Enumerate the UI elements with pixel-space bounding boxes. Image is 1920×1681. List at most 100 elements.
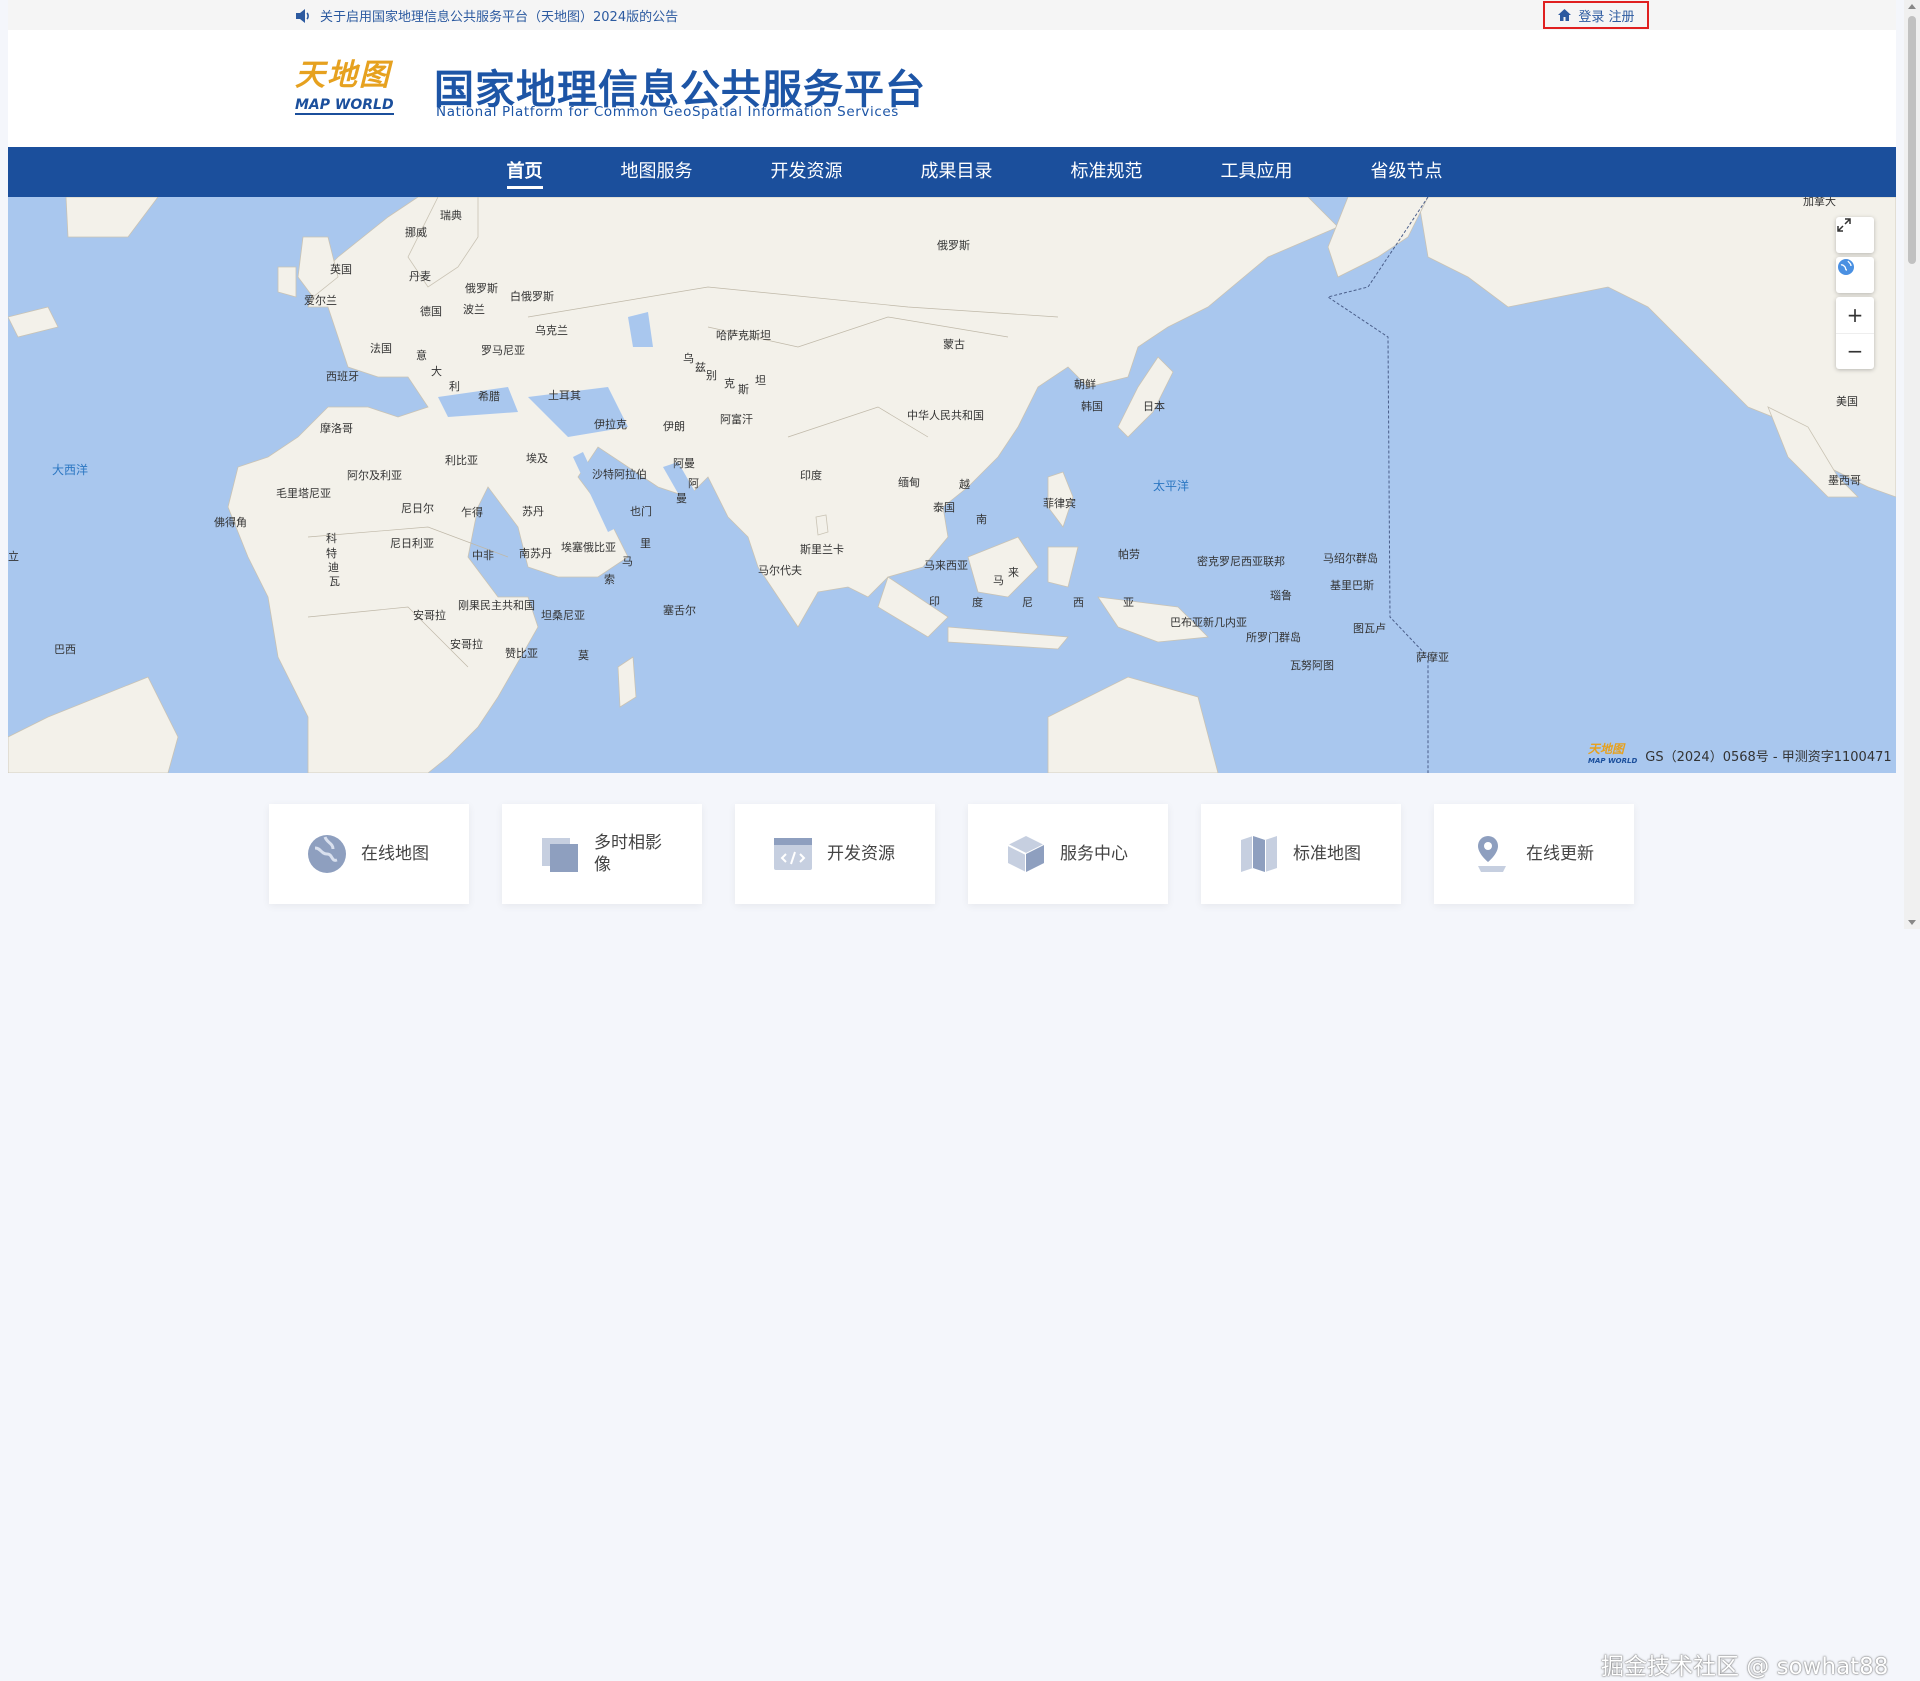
login-register-button[interactable]: 登录 注册	[1543, 1, 1649, 29]
nav-standards[interactable]: 标准规范	[1032, 147, 1182, 197]
map-icon	[1237, 832, 1281, 876]
card-label: 多时相影像	[594, 833, 662, 875]
map-label: 大	[431, 365, 442, 378]
map-label: 莫	[578, 649, 589, 662]
zoom-in-button[interactable]: +	[1836, 297, 1874, 334]
card-online-map[interactable]: 在线地图	[269, 804, 469, 904]
nav-provincial-nodes[interactable]: 省级节点	[1332, 147, 1482, 197]
nav-home[interactable]: 首页	[468, 147, 582, 197]
mini-logo: 天地图 MAP WORLD	[1588, 742, 1638, 765]
nav-map-services[interactable]: 地图服务	[582, 147, 732, 197]
zoom-controls: + −	[1836, 297, 1874, 369]
site-logo[interactable]: 天地图 MAP WORLD	[295, 58, 407, 122]
map-label: 利	[449, 380, 460, 393]
map-label: 尼日利亚	[390, 537, 434, 550]
map-label: 索	[604, 573, 615, 586]
map-label: 别	[706, 369, 717, 382]
map-label: 印度	[800, 469, 822, 482]
card-online-update[interactable]: 在线更新	[1434, 804, 1634, 904]
map-label: 曼	[676, 492, 687, 505]
page-scrollbar[interactable]	[1904, 0, 1920, 929]
map-label: 尼日尔	[401, 502, 434, 515]
map-label: 西	[1073, 596, 1084, 609]
map-label: 阿富汗	[720, 413, 753, 426]
card-standard-map[interactable]: 标准地图	[1201, 804, 1401, 904]
map-label: 坦	[755, 374, 766, 387]
card-dev-resources[interactable]: 开发资源	[735, 804, 935, 904]
map-label: 菲律宾	[1043, 497, 1076, 510]
map-label: 希腊	[478, 390, 500, 403]
map-label: 韩国	[1081, 400, 1103, 413]
logo-cn: 天地图	[295, 58, 391, 93]
scroll-down-arrow[interactable]	[1908, 920, 1916, 925]
quick-links: 在线地图 多时相影像 开发资源 服务中心 标准地图 在线更新 掘金技术社区 @ …	[8, 773, 1896, 1680]
map-label: 利比亚	[445, 454, 478, 467]
map-label: 爱尔兰	[304, 294, 337, 307]
card-label: 开发资源	[827, 844, 895, 864]
globe-view-button[interactable]	[1836, 257, 1874, 293]
expand-icon	[1837, 218, 1851, 232]
map-label: 阿尔及利亚	[347, 469, 402, 482]
map-label: 佛得角	[214, 516, 247, 529]
map-label: 南	[976, 513, 987, 526]
map-label: 加拿大	[1803, 197, 1836, 208]
map-label: 伊拉克	[594, 418, 627, 431]
card-label: 服务中心	[1060, 844, 1128, 864]
scroll-up-arrow[interactable]	[1908, 4, 1916, 9]
logo-en: MAP WORLD	[295, 97, 394, 115]
card-label: 在线更新	[1526, 844, 1594, 864]
login-register-label[interactable]: 登录 注册	[1578, 6, 1634, 25]
map-label: 来	[1008, 566, 1019, 579]
map-label: 南苏丹	[519, 547, 552, 560]
map-label: 马	[993, 574, 1004, 587]
map-label: 亚	[1123, 596, 1134, 609]
layers-icon	[538, 832, 582, 876]
notice-link[interactable]: 关于启用国家地理信息公共服务平台（天地图）2024版的公告	[294, 6, 678, 25]
map-label: 马来西亚	[924, 559, 968, 572]
map-label: 俄罗斯	[937, 239, 970, 252]
nav-tools[interactable]: 工具应用	[1182, 147, 1332, 197]
world-map[interactable]: 瑞典 挪威 英国 丹麦 爱尔兰 俄罗斯 白俄罗斯 德国 波兰 乌克兰 法国 罗马…	[8, 197, 1896, 773]
card-label: 在线地图	[361, 844, 429, 864]
map-copyright: 天地图 MAP WORLD GS（2024）0568号 - 甲测资字110047…	[1588, 743, 1892, 767]
map-label: 巴西	[54, 643, 76, 656]
map-label: 坦桑尼亚	[541, 609, 585, 622]
map-label: 萨摩亚	[1416, 651, 1449, 664]
map-label: 罗马尼亚	[481, 344, 525, 357]
watermark: 掘金技术社区 @ sowhat88	[1601, 1654, 1889, 1680]
map-label: 朝鲜	[1074, 378, 1096, 391]
speaker-icon	[296, 8, 309, 23]
map-label: 刚果民主共和国	[458, 599, 535, 612]
map-label: 哈萨克斯坦	[716, 329, 771, 342]
map-label: 乍得	[461, 506, 483, 519]
map-label: 意	[416, 349, 427, 362]
map-label: 尼	[1022, 596, 1033, 609]
zoom-out-button[interactable]: −	[1836, 334, 1874, 370]
map-label: 图瓦卢	[1353, 622, 1386, 635]
scroll-thumb[interactable]	[1908, 16, 1916, 264]
map-label: 瓦努阿图	[1290, 659, 1334, 672]
map-label: 也门	[630, 505, 652, 518]
site-subtitle: National Platform for Common GeoSpatial …	[436, 104, 899, 120]
map-label: 法国	[370, 342, 392, 355]
site-header: 天地图 MAP WORLD 国家地理信息公共服务平台 National Plat…	[8, 30, 1896, 147]
notice-text[interactable]: 关于启用国家地理信息公共服务平台（天地图）2024版的公告	[320, 6, 678, 25]
nav-catalog[interactable]: 成果目录	[882, 147, 1032, 197]
map-label: 摩洛哥	[320, 422, 353, 435]
card-multi-temporal-imagery[interactable]: 多时相影像	[502, 804, 702, 904]
map-label: 越	[959, 478, 970, 491]
map-label: 埃塞俄比亚	[561, 541, 616, 554]
fullscreen-button[interactable]	[1836, 217, 1874, 253]
map-label: 埃及	[526, 452, 548, 465]
map-label: 俄罗斯	[465, 282, 498, 295]
page-frame: 关于启用国家地理信息公共服务平台（天地图）2024版的公告 登录 注册 天地图 …	[8, 0, 1896, 1680]
map-label: 巴布亚新几内亚	[1170, 616, 1247, 629]
nav-dev-resources[interactable]: 开发资源	[732, 147, 882, 197]
map-label: 美国	[1836, 395, 1858, 408]
map-label: 乌	[683, 352, 694, 365]
card-service-center[interactable]: 服务中心	[968, 804, 1168, 904]
map-label: 里	[640, 537, 651, 550]
map-label: 印	[929, 595, 940, 608]
map-label: 苏丹	[522, 505, 544, 518]
map-label: 科	[326, 532, 337, 545]
